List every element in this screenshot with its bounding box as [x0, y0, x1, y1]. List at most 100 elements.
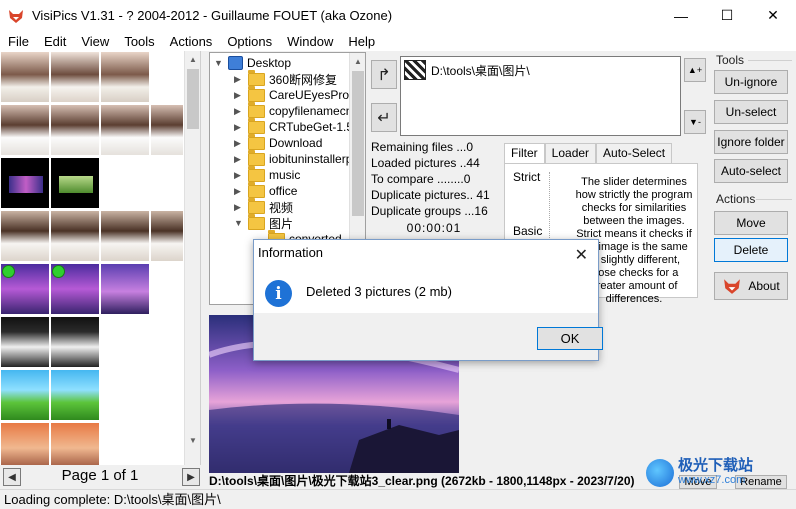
- tree-item-folder[interactable]: ▶ office: [234, 181, 297, 199]
- strict-label: Strict: [513, 170, 541, 184]
- thumbnail[interactable]: [50, 263, 100, 315]
- chevron-right-icon[interactable]: ▶: [234, 170, 244, 181]
- thumbnail[interactable]: [0, 51, 50, 103]
- basic-label: Basic: [513, 224, 543, 238]
- tree-item-folder[interactable]: ▶ CRTubeGet-1.5: [234, 117, 353, 135]
- tab-loader[interactable]: Loader: [544, 143, 597, 164]
- tree-item-folder[interactable]: ▶ iobituninstallerpj: [234, 149, 355, 167]
- ok-button[interactable]: OK: [537, 327, 603, 350]
- menu-file[interactable]: File: [0, 34, 36, 49]
- thumbnail[interactable]: [0, 422, 50, 465]
- thumbnail[interactable]: [0, 263, 50, 315]
- maximize-button[interactable]: ☐: [704, 0, 750, 31]
- unignore-button[interactable]: Un-ignore: [714, 70, 788, 94]
- menu-options[interactable]: Options: [219, 34, 279, 49]
- prev-page-button[interactable]: ◀: [3, 468, 21, 486]
- tree-item-folder[interactable]: ▶ Download: [234, 133, 322, 151]
- chevron-right-icon[interactable]: ▶: [234, 122, 244, 133]
- tools-group-title: Tools: [716, 53, 745, 67]
- folder-list-item[interactable]: D:\tools\桌面\图片\: [404, 60, 530, 80]
- folder-icon: [248, 181, 265, 198]
- thumbnail[interactable]: [150, 104, 184, 156]
- thumbnail[interactable]: [50, 51, 100, 103]
- move-down-button[interactable]: ▼-: [684, 110, 706, 134]
- tree-item-folder[interactable]: ▶ 视频: [234, 197, 293, 215]
- chevron-right-icon[interactable]: ▶: [234, 106, 244, 117]
- tab-filter[interactable]: Filter: [504, 143, 545, 164]
- preview-file-info: D:\tools\桌面\图片\极光下载站3_clear.png (2672kb …: [209, 474, 635, 488]
- thumbnail[interactable]: [50, 369, 100, 421]
- thumbnail[interactable]: [100, 51, 150, 103]
- chevron-down-icon[interactable]: ▼: [214, 58, 224, 68]
- chevron-down-icon[interactable]: ▼: [234, 218, 244, 228]
- scroll-down-icon[interactable]: ▼: [185, 432, 200, 449]
- triangle-up-icon: ▲+: [687, 65, 703, 75]
- next-page-button[interactable]: ▶: [182, 468, 200, 486]
- thumbnail[interactable]: [50, 316, 100, 368]
- scroll-thumb[interactable]: [352, 71, 364, 216]
- tree-item-desktop[interactable]: ▼ Desktop: [214, 55, 291, 71]
- tree-item-folder[interactable]: ▼ 图片: [234, 213, 293, 231]
- tree-item-folder[interactable]: ▶ 360断网修复: [234, 69, 337, 87]
- delete-button[interactable]: Delete: [714, 238, 788, 262]
- close-button[interactable]: ✕: [750, 0, 796, 31]
- folder-list[interactable]: D:\tools\桌面\图片\: [400, 56, 681, 136]
- thumbnail[interactable]: [0, 104, 50, 156]
- scroll-up-icon[interactable]: ▲: [185, 51, 200, 68]
- chevron-right-icon[interactable]: ▶: [234, 90, 244, 101]
- tree-item-folder[interactable]: ▶ copyfilenamecn: [234, 101, 352, 119]
- menu-actions[interactable]: Actions: [162, 34, 220, 49]
- thumbnail[interactable]: [50, 104, 100, 156]
- thumbnail[interactable]: [0, 316, 50, 368]
- thumbnail[interactable]: [100, 210, 150, 262]
- thumbnail-pane: ▲ ▼: [0, 51, 201, 465]
- scroll-up-icon[interactable]: ▲: [350, 53, 365, 70]
- chevron-right-icon[interactable]: ▶: [234, 186, 244, 197]
- thumbnail[interactable]: [100, 263, 150, 315]
- folder-icon: [248, 165, 265, 182]
- checkered-flag-icon: [404, 60, 426, 80]
- thumbnail[interactable]: [100, 104, 150, 156]
- duplicate-groups: Duplicate groups ...16: [371, 204, 488, 218]
- thumbnail[interactable]: [0, 210, 50, 262]
- ignore-folder-button[interactable]: Ignore folder: [714, 130, 788, 154]
- window-title: VisiPics V1.31 - ? 2004-2012 - Guillaume…: [32, 8, 393, 23]
- to-compare: To compare ........0: [371, 172, 471, 186]
- move-up-button[interactable]: ▲+: [684, 58, 706, 82]
- folder-icon: [248, 197, 265, 214]
- minimize-button[interactable]: —: [658, 0, 704, 31]
- remove-folder-button[interactable]: ↵: [371, 103, 397, 132]
- thumbnail[interactable]: [0, 157, 50, 209]
- add-folder-button[interactable]: ↱: [371, 60, 397, 89]
- thumbnail[interactable]: [50, 157, 100, 209]
- thumbnail-scrollbar[interactable]: ▲ ▼: [184, 51, 200, 465]
- menu-help[interactable]: Help: [340, 34, 382, 49]
- tab-auto-select[interactable]: Auto-Select: [596, 143, 673, 164]
- menu-view[interactable]: View: [73, 34, 116, 49]
- folder-icon: [248, 85, 265, 102]
- menu-edit[interactable]: Edit: [36, 34, 73, 49]
- about-button[interactable]: About: [714, 272, 788, 300]
- chevron-right-icon[interactable]: ▶: [234, 202, 244, 213]
- menu-window[interactable]: Window: [279, 34, 340, 49]
- menu-tools[interactable]: Tools: [116, 34, 161, 49]
- thumbnail[interactable]: [0, 369, 50, 421]
- thumbnail[interactable]: [150, 210, 184, 262]
- thumbnail[interactable]: [50, 422, 100, 465]
- scroll-thumb[interactable]: [187, 69, 199, 129]
- chevron-right-icon[interactable]: ▶: [234, 138, 244, 149]
- move-button[interactable]: Move: [714, 211, 788, 235]
- auto-select-button[interactable]: Auto-select: [714, 159, 788, 183]
- tree-item-folder[interactable]: ▶ CareUEyesPro: [234, 85, 349, 103]
- menu-bar: File Edit View Tools Actions Options Win…: [0, 31, 796, 51]
- desktop-icon: [228, 56, 243, 70]
- chevron-right-icon[interactable]: ▶: [234, 154, 244, 165]
- triangle-down-icon: ▼-: [689, 117, 701, 127]
- unselect-button[interactable]: Un-select: [714, 100, 788, 124]
- chevron-right-icon[interactable]: ▶: [234, 74, 244, 85]
- tree-item-folder[interactable]: ▶ music: [234, 165, 300, 183]
- status-bar: Loading complete: D:\tools\桌面\图片\: [0, 489, 796, 509]
- thumbnail[interactable]: [50, 210, 100, 262]
- folder-icon: [248, 133, 265, 150]
- watermark-logo-icon: [646, 459, 674, 487]
